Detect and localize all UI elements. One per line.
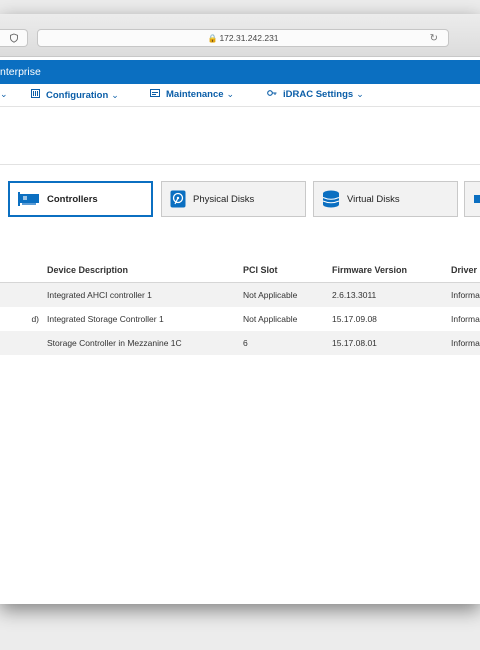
table-cell: 2.6.13.3011	[332, 282, 451, 307]
nav-idrac-settings[interactable]: iDRAC Settings ⌄	[267, 89, 364, 100]
table-cell: Storage Controller in Mezzanine 1C	[47, 331, 243, 355]
column-header-driver[interactable]: Driver	[451, 258, 480, 283]
table-cell: Informa	[451, 331, 480, 355]
url-text: 172.31.242.231	[219, 33, 279, 43]
nav-overflow-chevron[interactable]: ⌄	[0, 89, 8, 100]
product-name: nterprise	[0, 66, 41, 78]
table-cell: d)	[0, 307, 47, 331]
hard-disk-icon	[170, 190, 186, 208]
table-cell: Not Applicable	[243, 307, 332, 331]
chevron-down-icon: ⌄	[356, 89, 364, 99]
table-cell: Integrated AHCI controller 1	[47, 282, 243, 307]
controller-card-icon	[18, 191, 40, 207]
tab-enclosures[interactable]	[464, 181, 480, 217]
column-header[interactable]	[0, 258, 47, 283]
table-cell	[0, 331, 47, 355]
app-header: nterprise	[0, 60, 480, 84]
main-nav: ⌄ Configuration ⌄ Maintenance ⌄ iDRAC Se…	[0, 84, 480, 107]
enclosure-icon	[474, 195, 480, 203]
nav-maintenance-label: Maintenance	[166, 89, 224, 100]
database-icon	[322, 190, 340, 208]
table-header-row: Device Description PCI Slot Firmware Ver…	[0, 258, 480, 283]
chevron-down-icon: ⌄	[0, 89, 8, 99]
table-cell	[0, 282, 47, 307]
nav-configuration[interactable]: Configuration ⌄	[31, 89, 119, 101]
tab-controllers-label: Controllers	[47, 193, 98, 205]
column-header-pci-slot[interactable]: PCI Slot	[243, 258, 332, 283]
settings-key-icon	[267, 89, 277, 100]
tab-physical-disks-label: Physical Disks	[193, 193, 255, 205]
table-cell: Integrated Storage Controller 1	[47, 307, 243, 331]
configuration-icon	[31, 89, 40, 101]
browser-window: 🔒 172.31.242.231 ↻ nterprise ⌄ Configurat…	[0, 14, 480, 604]
lock-icon: 🔒	[207, 34, 218, 43]
table-cell: Informa	[451, 282, 480, 307]
table-row[interactable]: Storage Controller in Mezzanine 1C 6 15.…	[0, 331, 480, 355]
chevron-down-icon: ⌄	[226, 89, 235, 99]
tab-physical-disks[interactable]: Physical Disks	[161, 181, 306, 217]
table-cell: 15.17.08.01	[332, 331, 451, 355]
column-header-device-description[interactable]: Device Description	[47, 258, 243, 283]
table-cell: 15.17.09.08	[332, 307, 451, 331]
nav-configuration-label: Configuration	[46, 89, 109, 101]
shield-icon	[9, 33, 18, 43]
table-cell: Not Applicable	[243, 282, 332, 307]
table-cell: Informa	[451, 307, 480, 331]
chevron-down-icon: ⌄	[111, 89, 119, 100]
tab-controllers[interactable]: Controllers	[8, 181, 153, 217]
browser-toolbar: 🔒 172.31.242.231 ↻	[0, 14, 480, 57]
nav-maintenance[interactable]: Maintenance ⌄	[150, 89, 234, 100]
column-header-firmware-version[interactable]: Firmware Version	[332, 258, 451, 283]
table-row[interactable]: Integrated AHCI controller 1 Not Applica…	[0, 282, 480, 307]
table-cell: 6	[243, 331, 332, 355]
table-row[interactable]: d) Integrated Storage Controller 1 Not A…	[0, 307, 480, 331]
tab-virtual-disks-label: Virtual Disks	[347, 193, 400, 205]
controllers-table: Device Description PCI Slot Firmware Ver…	[0, 258, 480, 355]
maintenance-icon	[150, 89, 160, 100]
tab-virtual-disks[interactable]: Virtual Disks	[313, 181, 458, 217]
nav-idrac-settings-label: iDRAC Settings	[283, 89, 354, 100]
reload-icon[interactable]: ↻	[430, 31, 438, 46]
section-divider	[0, 164, 480, 165]
privacy-shield-button[interactable]	[0, 29, 28, 47]
address-bar[interactable]: 🔒 172.31.242.231 ↻	[37, 29, 449, 47]
